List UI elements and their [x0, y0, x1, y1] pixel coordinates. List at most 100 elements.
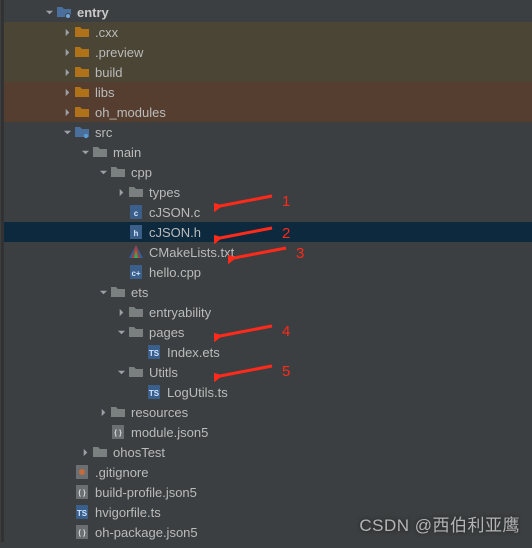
tsfile-icon: TS [146, 384, 162, 400]
folder-icon [92, 144, 108, 160]
cmake-icon [128, 244, 144, 260]
tree-item-label: main [113, 145, 141, 160]
tree-item-label: oh_modules [95, 105, 166, 120]
arrow-placeholder [116, 227, 126, 237]
chevron-down-icon[interactable] [98, 287, 108, 297]
jsonfile-icon: { } [74, 484, 90, 500]
tree-item-label: libs [95, 85, 115, 100]
tree-item-label: ohosTest [113, 445, 165, 460]
tree-item-label: cJSON.c [149, 205, 200, 220]
tree-row[interactable]: resources [4, 402, 532, 422]
tree-row[interactable]: TS Index.ets [4, 342, 532, 362]
arrow-placeholder [134, 347, 144, 357]
arrow-placeholder [134, 387, 144, 397]
tree-row[interactable]: src [4, 122, 532, 142]
gitignore-icon [74, 464, 90, 480]
svg-text:{ }: { } [114, 430, 122, 437]
svg-text:c+: c+ [131, 269, 140, 278]
tree-row[interactable]: entry [4, 2, 532, 22]
chevron-right-icon[interactable] [62, 67, 72, 77]
arrow-placeholder [98, 427, 108, 437]
chevron-down-icon[interactable] [116, 367, 126, 377]
folder-icon [110, 164, 126, 180]
tree-row[interactable]: c cJSON.c [4, 202, 532, 222]
svg-text:h: h [134, 229, 139, 238]
tree-item-label: types [149, 185, 180, 200]
tree-row[interactable]: pages [4, 322, 532, 342]
folder-orange-icon [74, 24, 90, 40]
tree-item-label: .gitignore [95, 465, 148, 480]
chevron-right-icon[interactable] [62, 107, 72, 117]
arrow-placeholder [116, 267, 126, 277]
chevron-down-icon[interactable] [44, 7, 54, 17]
tree-row[interactable]: libs [4, 82, 532, 102]
arrow-placeholder [62, 527, 72, 537]
chevron-right-icon[interactable] [62, 27, 72, 37]
cfile-icon: c [128, 204, 144, 220]
arrow-placeholder [62, 467, 72, 477]
tree-item-label: .cxx [95, 25, 118, 40]
chevron-right-icon[interactable] [98, 407, 108, 417]
tree-item-label: resources [131, 405, 188, 420]
tree-row[interactable]: { } module.json5 [4, 422, 532, 442]
tree-item-label: ets [131, 285, 148, 300]
tree-item-label: cJSON.h [149, 225, 201, 240]
file-tree: entry .cxx .previewbuild libs oh_modulessrc m… [1, 0, 532, 542]
tree-item-label: entryability [149, 305, 211, 320]
tree-row[interactable]: h cJSON.h [4, 222, 532, 242]
arrow-placeholder [116, 247, 126, 257]
chevron-right-icon[interactable] [80, 447, 90, 457]
chevron-right-icon[interactable] [62, 47, 72, 57]
tree-row[interactable]: c+ hello.cpp [4, 262, 532, 282]
folder-src-icon [74, 124, 90, 140]
hfile-icon: h [128, 224, 144, 240]
tsfile-icon: TS [74, 504, 90, 520]
tree-item-label: CMakeLists.txt [149, 245, 234, 260]
tree-row[interactable]: .cxx [4, 22, 532, 42]
tree-item-label: module.json5 [131, 425, 208, 440]
chevron-down-icon[interactable] [116, 327, 126, 337]
tree-row[interactable]: ets [4, 282, 532, 302]
svg-text:{ }: { } [78, 530, 86, 537]
tree-item-label: build-profile.json5 [95, 485, 197, 500]
tree-row[interactable]: cpp [4, 162, 532, 182]
folder-orange-icon [74, 44, 90, 60]
tree-row[interactable]: types [4, 182, 532, 202]
svg-text:c: c [134, 209, 139, 218]
tree-item-label: hvigorfile.ts [95, 505, 161, 520]
tree-item-label: Index.ets [167, 345, 220, 360]
folder-orange-icon [74, 64, 90, 80]
tree-row[interactable]: TSLogUtils.ts [4, 382, 532, 402]
tree-row[interactable]: main [4, 142, 532, 162]
tree-row[interactable]: CMakeLists.txt [4, 242, 532, 262]
chevron-right-icon[interactable] [62, 87, 72, 97]
chevron-down-icon[interactable] [80, 147, 90, 157]
jsonfile-icon: { } [74, 524, 90, 540]
folder-icon [110, 404, 126, 420]
tree-row[interactable]: .gitignore [4, 462, 532, 482]
folder-orange-icon [74, 104, 90, 120]
tree-row[interactable]: .preview [4, 42, 532, 62]
tsfile-icon: TS [146, 344, 162, 360]
arrow-placeholder [62, 507, 72, 517]
svg-text:TS: TS [149, 389, 160, 398]
cppfile-icon: c+ [128, 264, 144, 280]
svg-text:TS: TS [149, 349, 160, 358]
tree-row[interactable]: { } build-profile.json5 [4, 482, 532, 502]
folder-orange-icon [74, 84, 90, 100]
tree-row[interactable]: entryability [4, 302, 532, 322]
chevron-down-icon[interactable] [98, 167, 108, 177]
tree-row[interactable]: Utitls [4, 362, 532, 382]
tree-row[interactable]: oh_modules [4, 102, 532, 122]
svg-text:{ }: { } [78, 490, 86, 497]
folder-icon [128, 364, 144, 380]
jsonfile-icon: { } [110, 424, 126, 440]
tree-row[interactable]: build [4, 62, 532, 82]
folder-icon [128, 324, 144, 340]
arrow-placeholder [116, 207, 126, 217]
chevron-right-icon[interactable] [116, 307, 126, 317]
chevron-right-icon[interactable] [116, 187, 126, 197]
tree-item-label: hello.cpp [149, 265, 201, 280]
chevron-down-icon[interactable] [62, 127, 72, 137]
tree-row[interactable]: ohosTest [4, 442, 532, 462]
